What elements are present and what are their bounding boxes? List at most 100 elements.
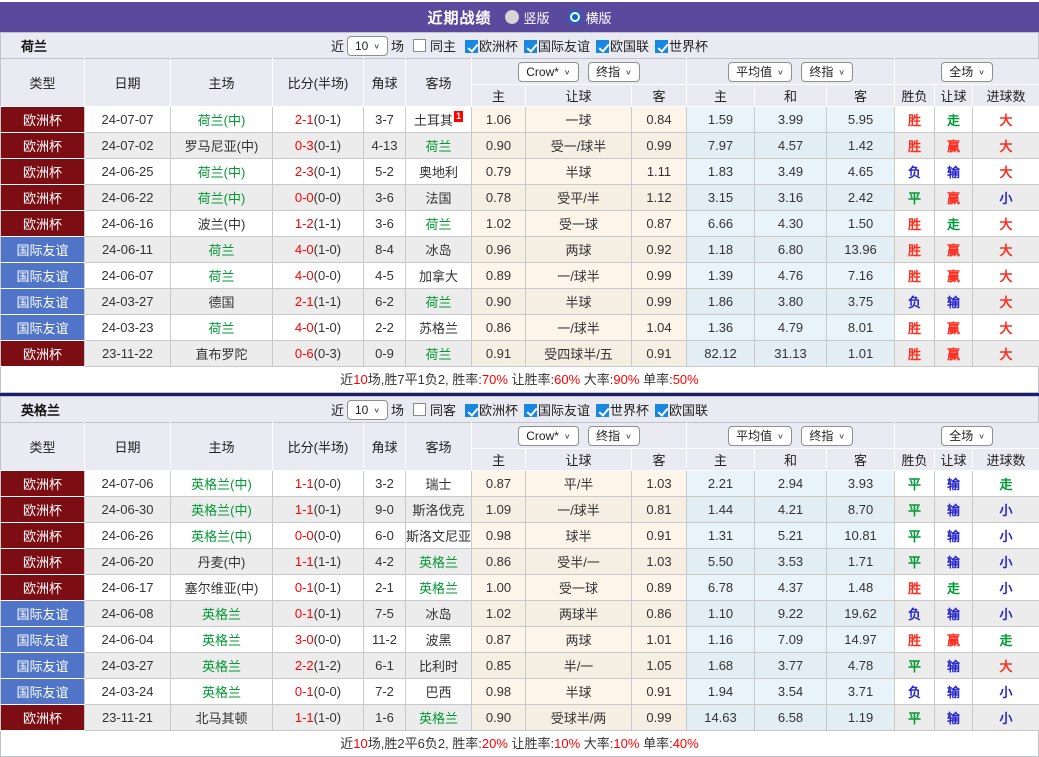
league-checkbox[interactable]: [465, 40, 478, 53]
summary-text: 单率:: [639, 372, 672, 387]
league-checkbox[interactable]: [596, 404, 609, 417]
league-label: 国际友谊: [538, 39, 590, 54]
league-label: 世界杯: [610, 403, 649, 418]
over-under-result: 小: [973, 497, 1039, 523]
red-card-badge: 1: [454, 111, 463, 122]
radio-vertical[interactable]: 竖版: [505, 8, 549, 27]
away-team: 波黑: [425, 633, 451, 648]
handicap-result: 输: [935, 497, 973, 523]
corner-count: 7-2: [364, 679, 406, 705]
handicap-line: 半球: [526, 159, 632, 185]
match-row: 欧洲杯24-07-07荷兰(中)2-1(0-1)3-7土耳其11.06一球0.8…: [1, 107, 1039, 133]
final-odds-select[interactable]: 终指∨: [588, 426, 640, 446]
match-date: 24-07-07: [85, 107, 171, 133]
crow-home-odds: 0.96: [472, 237, 526, 263]
league-checkbox[interactable]: [596, 40, 609, 53]
match-row: 欧洲杯24-07-02罗马尼亚(中)0-3(0-1)4-13荷兰0.90受一/球…: [1, 133, 1039, 159]
col-avg-home: 主: [687, 85, 755, 107]
chevron-down-icon: ∨: [625, 65, 632, 78]
halftime-score: (0-0): [314, 528, 341, 543]
avg-away-odds: 10.81: [827, 523, 895, 549]
avg-draw-odds: 4.37: [755, 575, 827, 601]
avg-home-odds: 1.83: [687, 159, 755, 185]
chevron-down-icon: ∨: [373, 39, 380, 52]
crow-home-odds: 0.98: [472, 679, 526, 705]
title-bar: 近期战绩 竖版 横版: [0, 2, 1039, 32]
corner-count: 11-2: [364, 627, 406, 653]
corner-count: 9-0: [364, 497, 406, 523]
home-team: 塞尔维亚(中): [171, 575, 273, 601]
crow-away-odds: 0.89: [632, 575, 687, 601]
corner-count: 4-2: [364, 549, 406, 575]
radio-horizontal-icon[interactable]: [568, 10, 582, 24]
average-select[interactable]: 平均值∨: [728, 426, 792, 446]
final-odds-select[interactable]: 终指∨: [588, 62, 640, 82]
avg-away-odds: 1.19: [827, 705, 895, 731]
away-cell: 英格兰: [406, 705, 472, 731]
games-label: 场: [391, 36, 404, 55]
handicap-line: 两球: [526, 627, 632, 653]
scope-dropdown-cell: 全场∨: [895, 59, 1039, 85]
match-count-select[interactable]: 10∨: [347, 36, 388, 56]
league-checkbox[interactable]: [465, 404, 478, 417]
competition-type: 欧洲杯: [1, 341, 85, 367]
halftime-score: (0-0): [314, 190, 341, 205]
away-cell: 荷兰: [406, 341, 472, 367]
crow-home-odds: 0.78: [472, 185, 526, 211]
away-cell: 荷兰: [406, 211, 472, 237]
col-corner: 角球: [364, 423, 406, 471]
summary-text: 场,胜7平1负2, 胜率:: [368, 372, 482, 387]
away-team: 斯洛文尼亚: [406, 529, 471, 544]
match-count-select[interactable]: 10∨: [347, 400, 388, 420]
wdl-result: 胜: [895, 237, 935, 263]
chevron-down-icon: ∨: [777, 429, 784, 442]
match-row: 欧洲杯23-11-21北马其顿1-1(1-0)1-6英格兰0.90受球半/两0.…: [1, 705, 1039, 731]
league-checkbox[interactable]: [524, 40, 537, 53]
col-avg-away: 客: [827, 85, 895, 107]
over-under-result: 大: [973, 133, 1039, 159]
scope-select[interactable]: 全场∨: [941, 62, 993, 82]
fulltime-score: 1-2: [295, 216, 314, 231]
near-label: 近: [331, 400, 344, 419]
bookmaker-select[interactable]: Crow*∨: [518, 426, 578, 446]
same-venue-checkbox[interactable]: [413, 403, 426, 416]
radio-horizontal[interactable]: 横版: [568, 8, 612, 27]
scope-select[interactable]: 全场∨: [941, 426, 993, 446]
over-under-result: 大: [973, 237, 1039, 263]
same-venue-label: 同客: [430, 400, 456, 419]
match-date: 24-06-07: [85, 263, 171, 289]
same-venue-checkbox[interactable]: [413, 39, 426, 52]
average-dropdown-cell: 平均值∨ 终指∨: [687, 59, 895, 85]
match-row: 欧洲杯24-06-26英格兰(中)0-0(0-0)6-0斯洛文尼亚0.98球半0…: [1, 523, 1039, 549]
away-cell: 奥地利: [406, 159, 472, 185]
crow-home-odds: 1.02: [472, 601, 526, 627]
league-checkbox[interactable]: [655, 40, 668, 53]
final-euro-select[interactable]: 终指∨: [801, 426, 853, 446]
handicap-line: 半/一: [526, 653, 632, 679]
final-euro-select[interactable]: 终指∨: [801, 62, 853, 82]
col-goals: 进球数: [973, 449, 1039, 471]
match-date: 24-06-08: [85, 601, 171, 627]
wdl-result: 胜: [895, 575, 935, 601]
score-cell: 4-0(0-0): [273, 263, 364, 289]
radio-vertical-icon[interactable]: [505, 10, 519, 24]
fulltime-score: 4-0: [295, 320, 314, 335]
match-row: 欧洲杯23-11-22直布罗陀0-6(0-3)0-9荷兰0.91受四球半/五0.…: [1, 341, 1039, 367]
avg-draw-odds: 3.77: [755, 653, 827, 679]
handicap-line: 一/球半: [526, 263, 632, 289]
chevron-down-icon: ∨: [625, 429, 632, 442]
avg-away-odds: 3.75: [827, 289, 895, 315]
halftime-score: (0-3): [314, 346, 341, 361]
summary-line: 近10场,胜7平1负2, 胜率:70% 让胜率:60% 大率:90% 单率:50…: [0, 367, 1039, 393]
handicap-result: 赢: [935, 237, 973, 263]
league-checkbox[interactable]: [524, 404, 537, 417]
corner-count: 4-13: [364, 133, 406, 159]
crow-away-odds: 0.91: [632, 679, 687, 705]
away-team: 比利时: [419, 659, 458, 674]
col-cover: 让球: [935, 85, 973, 107]
league-checkbox[interactable]: [655, 404, 668, 417]
average-select[interactable]: 平均值∨: [728, 62, 792, 82]
avg-away-odds: 3.71: [827, 679, 895, 705]
bookmaker-select[interactable]: Crow*∨: [518, 62, 578, 82]
avg-home-odds: 1.59: [687, 107, 755, 133]
